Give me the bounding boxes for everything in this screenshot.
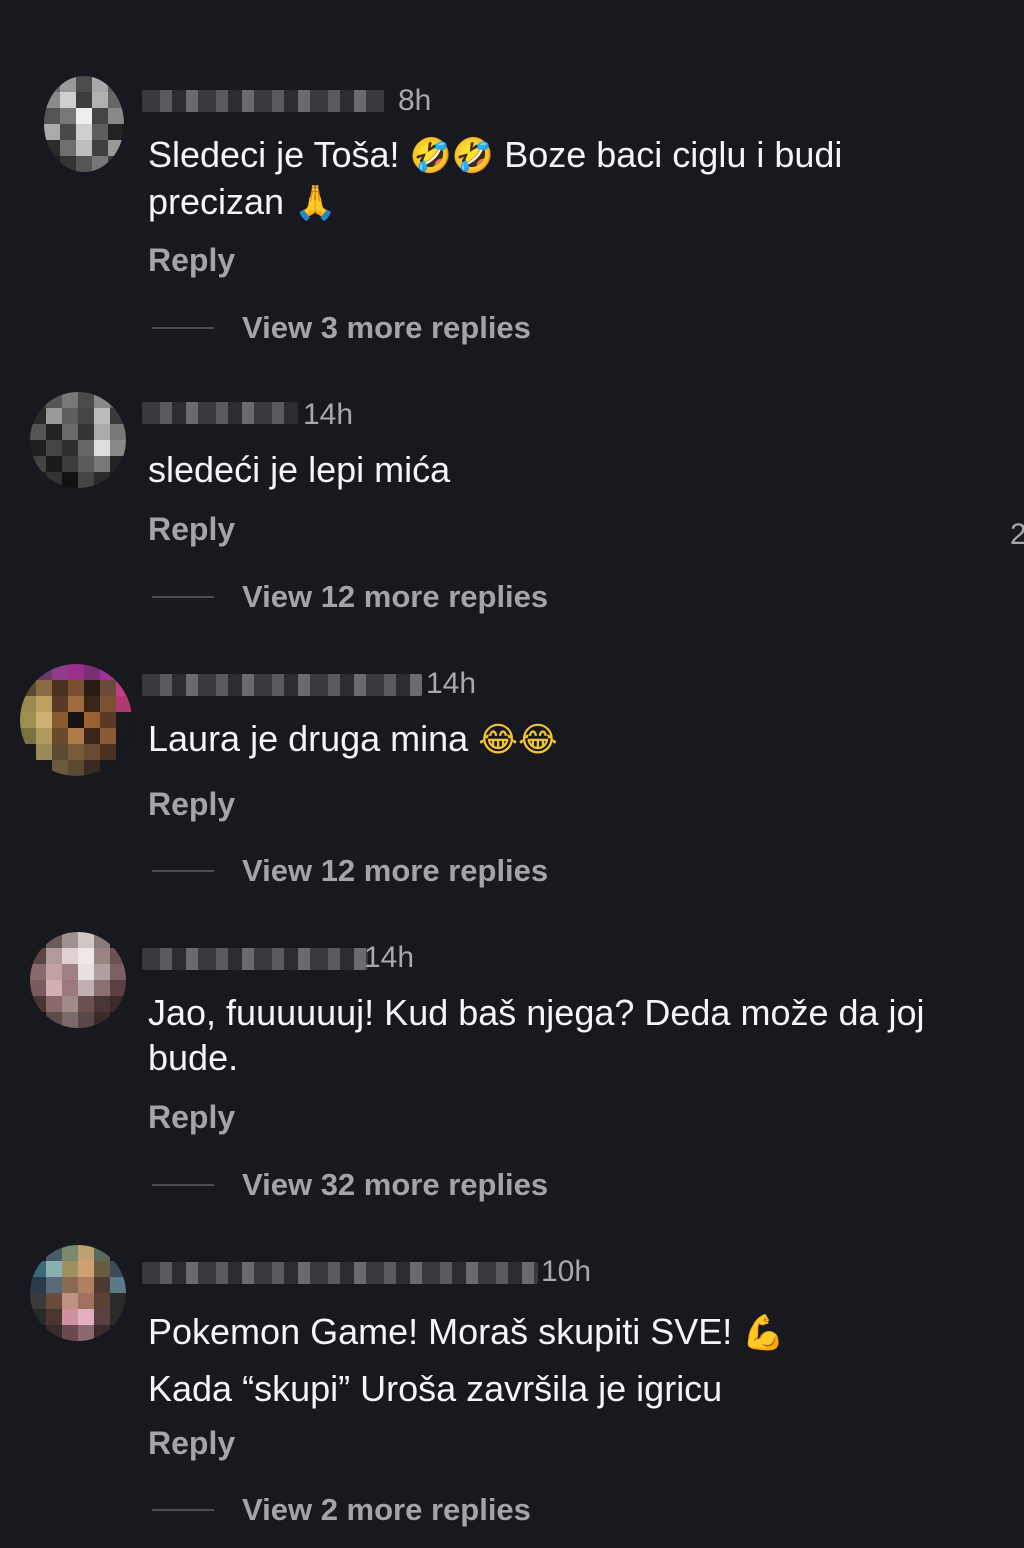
divider-line xyxy=(152,327,214,329)
reply-button[interactable]: Reply xyxy=(148,1099,235,1136)
avatar[interactable] xyxy=(30,392,126,488)
view-more-replies-button[interactable]: View 32 more replies xyxy=(152,1167,548,1203)
reply-button[interactable]: Reply xyxy=(148,1425,235,1462)
view-more-label: View 2 more replies xyxy=(242,1492,531,1527)
comment-text-part: sledeći je lepi mića xyxy=(148,449,451,490)
view-more-label: View 12 more replies xyxy=(242,853,549,888)
comment-text-part: Kada “skupi” Uroša završila je igricu xyxy=(148,1368,723,1409)
username-redacted[interactable] xyxy=(142,674,422,696)
divider-line xyxy=(152,596,214,598)
timestamp: 8h xyxy=(398,84,432,117)
avatar[interactable] xyxy=(44,76,124,172)
partial-edge-text: 2 xyxy=(1010,518,1024,551)
comment-text: Pokemon Game! Moraš skupiti SVE! 💪 Kada … xyxy=(148,1304,978,1417)
view-more-label: View 12 more replies xyxy=(242,579,549,614)
timestamp: 14h xyxy=(364,941,415,974)
view-more-replies-button[interactable]: View 12 more replies xyxy=(152,853,548,889)
comment-text: Jao, fuuuuuuj! Kud baš njega? Deda može … xyxy=(148,990,978,1080)
username-redacted[interactable] xyxy=(142,90,384,112)
avatar[interactable] xyxy=(20,664,132,776)
comment-text: Sledeci je Toša! 🤣🤣 Boze baci ciglu i bu… xyxy=(148,132,978,226)
comment-text-part: Pokemon Game! Moraš skupiti SVE! xyxy=(148,1311,733,1352)
comment-text-part: Sledeci je Toša! xyxy=(148,134,400,175)
divider-line xyxy=(152,1509,214,1511)
divider-line xyxy=(152,1184,214,1186)
reply-button[interactable]: Reply xyxy=(148,242,235,279)
tears-of-joy-emoji-icon: 😂😂 xyxy=(478,720,558,760)
reply-button[interactable]: Reply xyxy=(148,511,235,548)
view-more-replies-button[interactable]: View 3 more replies xyxy=(152,310,531,346)
comment-text: sledeći je lepi mića xyxy=(148,447,978,492)
timestamp: 14h xyxy=(426,667,477,700)
comment-text-part: Jao, fuuuuuuj! Kud baš njega? Deda može … xyxy=(148,992,925,1078)
view-more-label: View 32 more replies xyxy=(242,1167,549,1202)
avatar[interactable] xyxy=(30,932,126,1028)
flexed-biceps-emoji-icon: 💪 xyxy=(742,1313,785,1353)
timestamp: 10h xyxy=(541,1255,592,1288)
timestamp: 14h xyxy=(303,398,354,431)
reply-button[interactable]: Reply xyxy=(148,786,235,823)
username-redacted[interactable] xyxy=(142,1262,538,1284)
username-redacted[interactable] xyxy=(142,948,368,970)
divider-line xyxy=(152,870,214,872)
avatar[interactable] xyxy=(30,1245,126,1341)
view-more-label: View 3 more replies xyxy=(242,310,531,345)
comment-text: Laura je druga mina 😂😂 xyxy=(148,716,978,763)
username-redacted[interactable] xyxy=(142,402,298,424)
view-more-replies-button[interactable]: View 2 more replies xyxy=(152,1492,531,1528)
comment-text-part: Laura je druga mina xyxy=(148,718,469,759)
rolling-laughing-emoji-icon: 🤣🤣 xyxy=(409,136,495,176)
folded-hands-emoji-icon: 🙏 xyxy=(294,183,337,223)
view-more-replies-button[interactable]: View 12 more replies xyxy=(152,579,548,615)
